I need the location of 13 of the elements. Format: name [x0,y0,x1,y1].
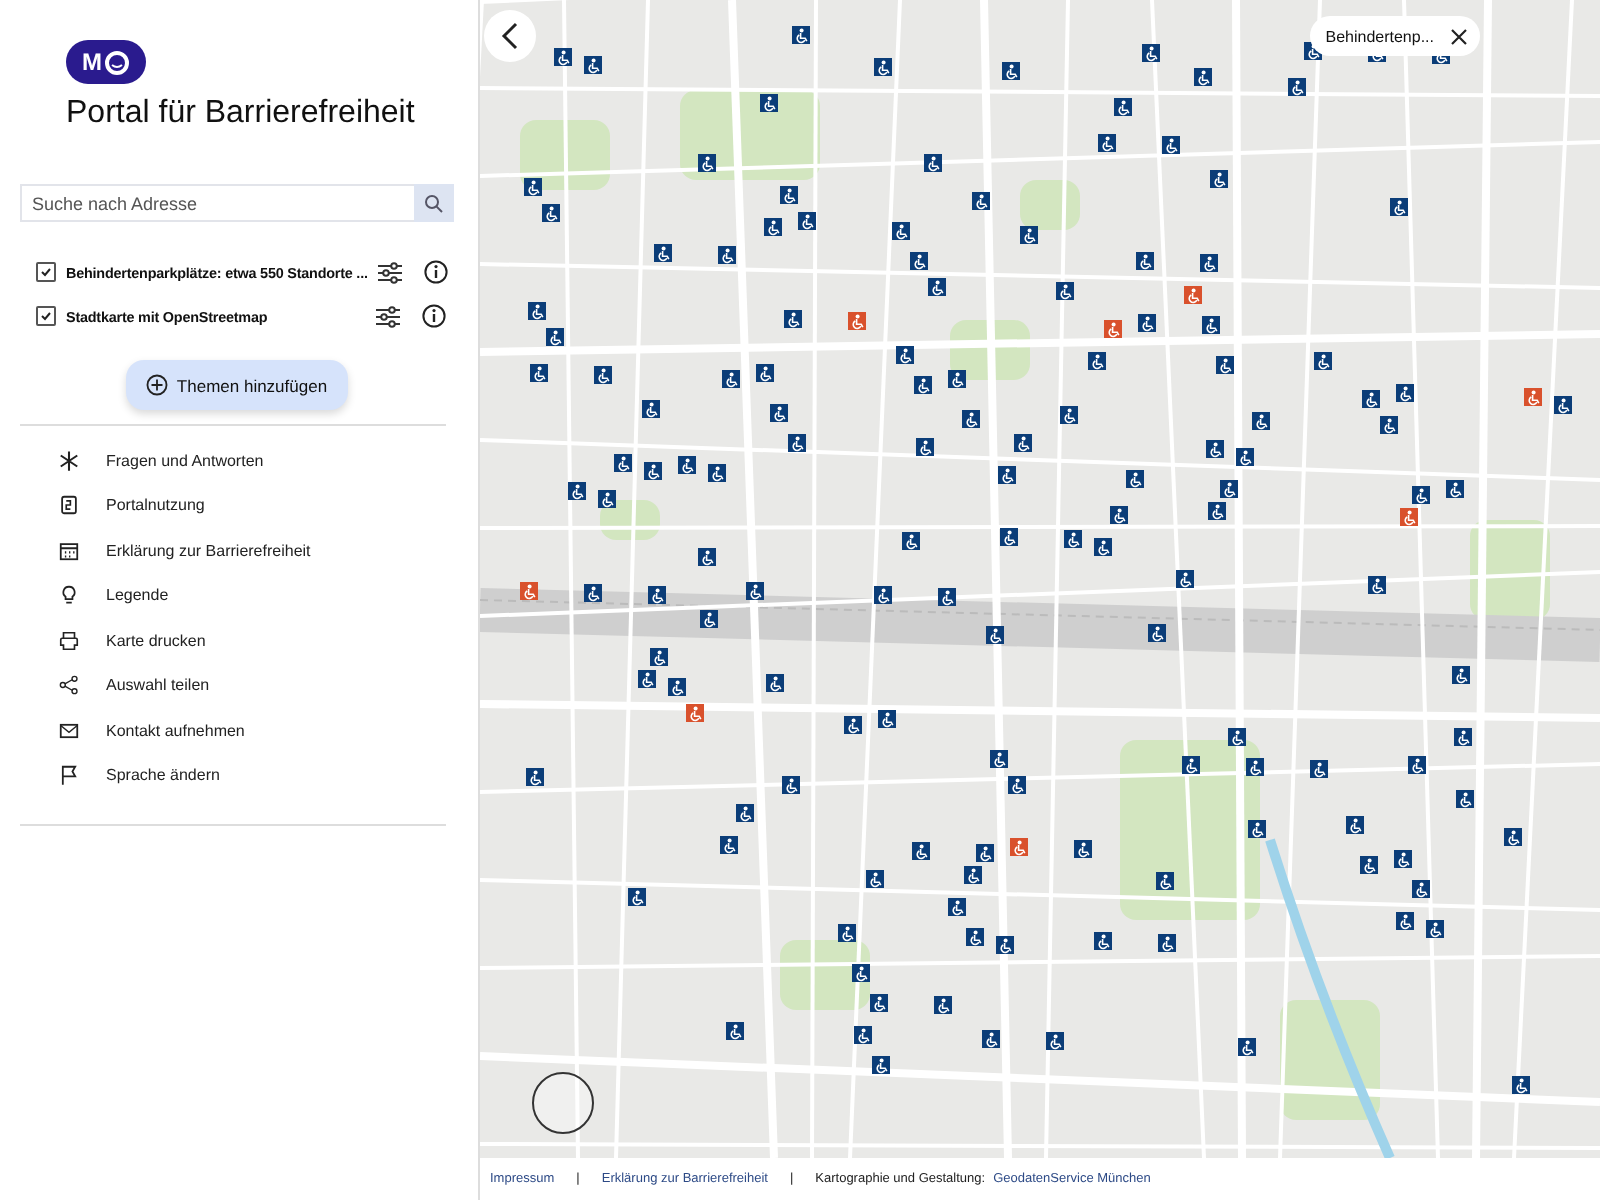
menu-item[interactable]: Erklärung zur Barrierefreiheit [58,528,454,573]
filter-chip[interactable]: Behindertenp... [1309,16,1480,56]
add-themes-button[interactable]: Themen hinzufügen [126,360,348,410]
menu-item[interactable]: Sprache ändern [58,753,454,798]
menu-item[interactable]: Legende [58,573,454,618]
menu-item[interactable]: Portalnutzung [58,483,454,528]
menu-item[interactable]: Fragen und Antworten [58,438,454,483]
menu-item[interactable]: Karte drucken [58,618,454,663]
menu-item[interactable]: Kontakt aufnehmen [58,708,454,753]
logo: M [66,40,146,84]
portal-title: Portal für Barrierefreiheit [66,96,417,132]
search-field[interactable]: Suche nach Adresse [20,184,414,222]
menu-item[interactable]: Auswahl teilen [58,663,454,708]
